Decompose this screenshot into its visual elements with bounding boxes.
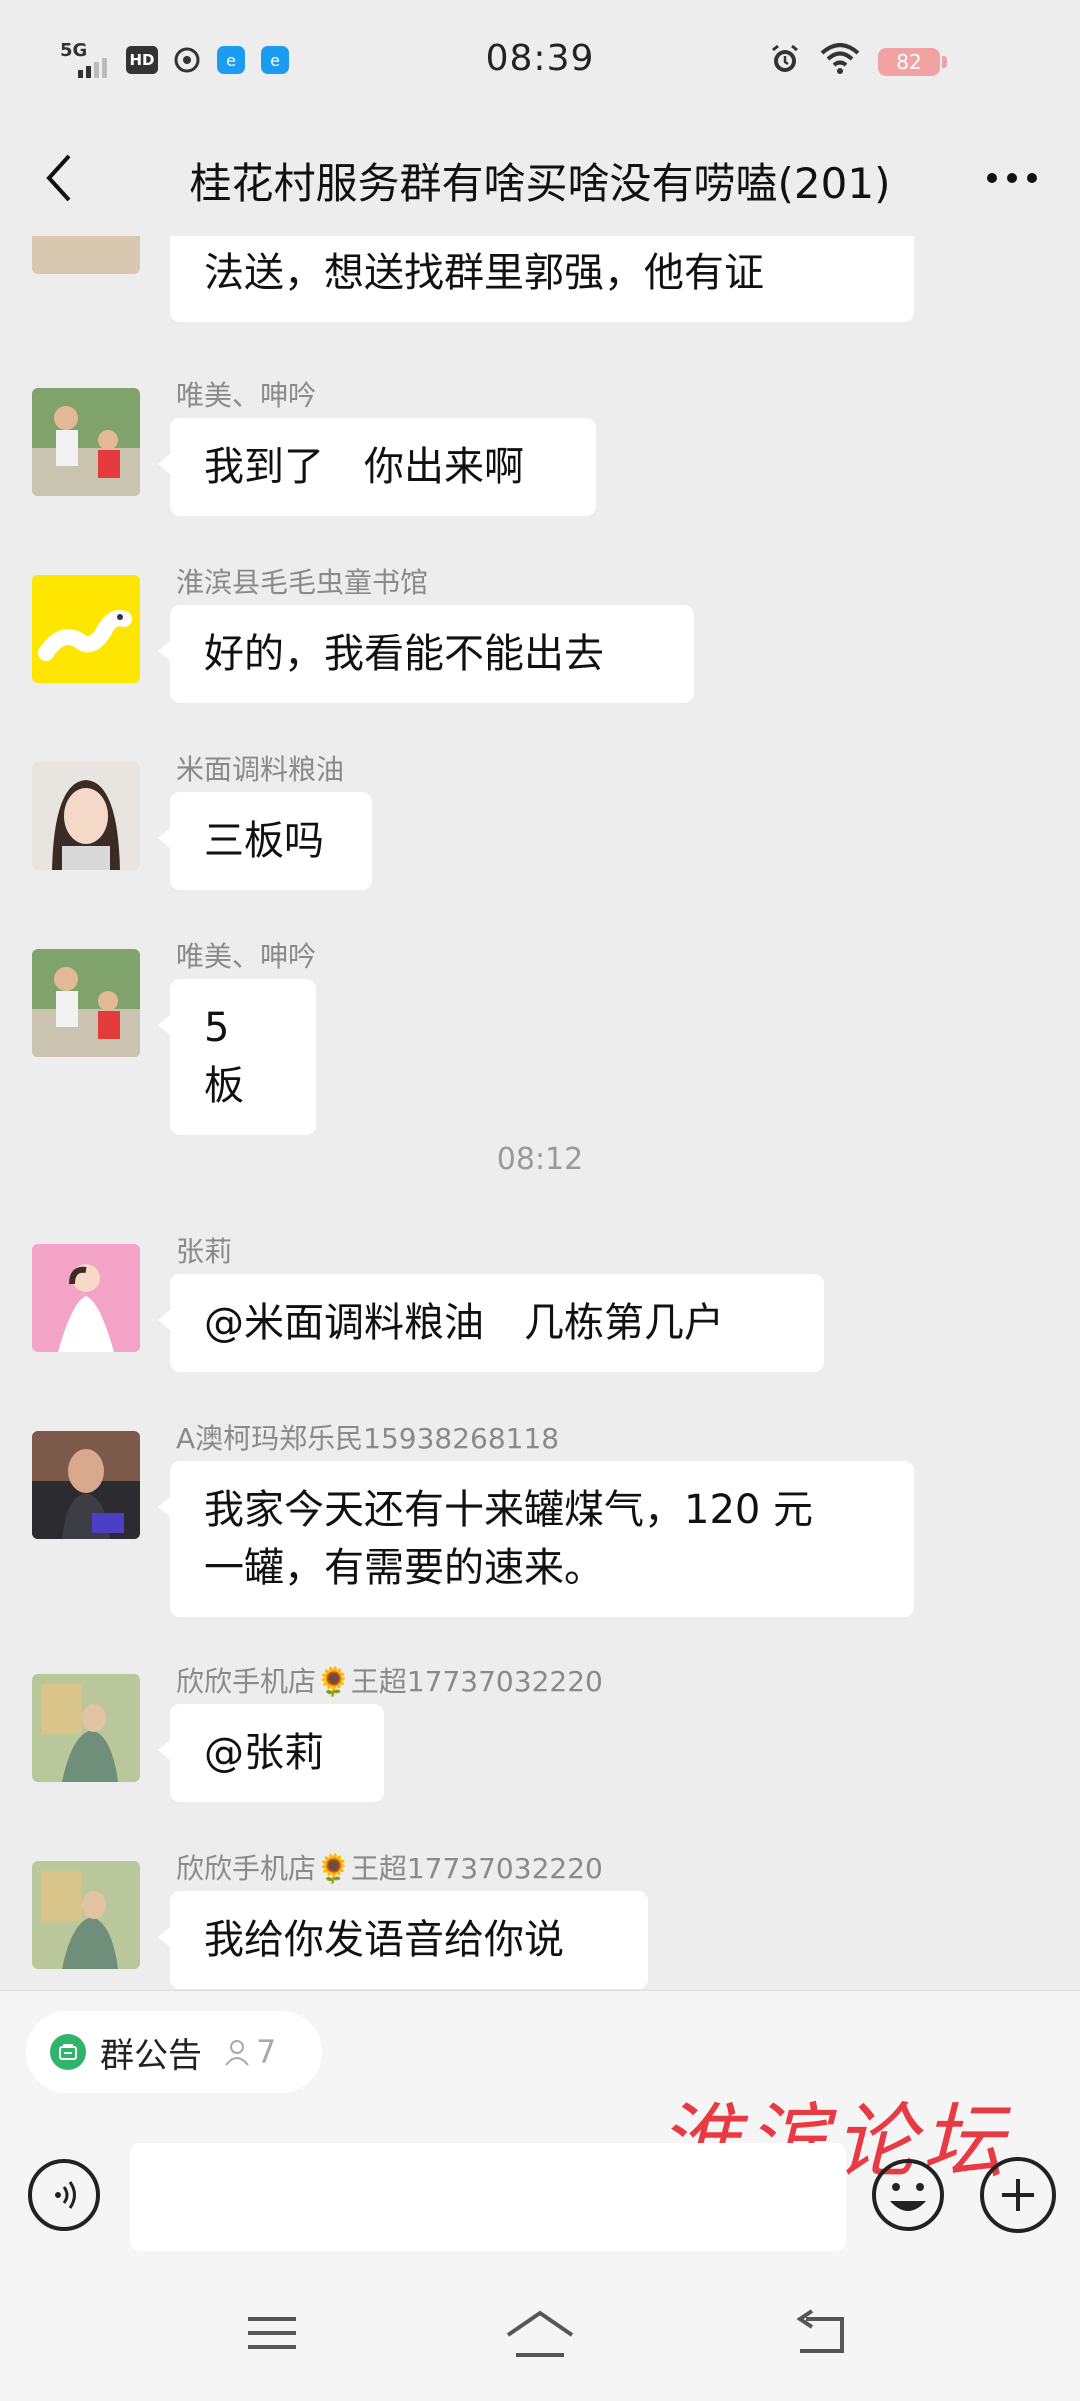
message-bubble[interactable]: 你们可以到俺社区大门口送表，没 法送，想送找群里郭强，他有证 <box>170 236 914 322</box>
home-button[interactable] <box>500 2301 580 2365</box>
timestamp: 08:12 <box>496 1142 584 1177</box>
message-text-line: 一罐，有需要的速来。 <box>204 1545 604 1591</box>
avatar[interactable] <box>32 575 140 683</box>
message-text-line: @张莉 <box>204 1730 324 1776</box>
group-notice-button[interactable]: 群公告 7 <box>26 2011 322 2093</box>
chat-title: 桂花村服务群有啥买啥没有唠嗑(201) <box>189 159 891 208</box>
avatar[interactable] <box>32 949 140 1057</box>
sender-name: 唯美、呻吟 <box>176 379 317 412</box>
message-bubble[interactable]: 我给你发语音给你说 <box>158 1891 648 1989</box>
voice-icon <box>55 2181 76 2209</box>
message-text-line: 好的，我看能不能出去 <box>204 631 604 677</box>
voice-button[interactable] <box>28 2159 100 2231</box>
avatar[interactable] <box>32 1861 140 1969</box>
plus-button[interactable] <box>980 2157 1056 2233</box>
notice-label: 群公告 <box>100 2035 202 2076</box>
message-bubble[interactable]: 我到了 你出来啊 <box>158 418 596 516</box>
menu-button[interactable] <box>232 2301 312 2365</box>
more-dots-icon <box>987 173 1037 183</box>
system-navigation-bar <box>0 2273 1080 2401</box>
message-list[interactable]: 你们可以到俺社区大门口送表，没 法送，想送找群里郭强，他有证 唯美、呻吟 我到了… <box>0 236 1080 1990</box>
notice-icon <box>50 2034 86 2070</box>
avatar[interactable] <box>32 388 140 496</box>
sender-name: 米面调料粮油 <box>176 753 345 786</box>
message-text-line: 法送，想送找群里郭强，他有证 <box>204 250 764 296</box>
message-bubble[interactable]: 5 板 <box>158 979 316 1135</box>
chat-header: 桂花村服务群有啥买啥没有唠嗑(201) <box>0 120 1080 236</box>
alarm-icon <box>772 44 798 72</box>
message-text-line: 5 板 <box>204 1005 244 1109</box>
back-icon <box>796 2309 844 2353</box>
bottom-panel: 群公告 7 淮滨论坛 <box>0 1990 1080 2401</box>
message-bubble[interactable]: 三板吗 <box>158 792 372 890</box>
sender-name: 欣欣手机店🌻王超17737032220 <box>176 1852 603 1885</box>
battery-indicator: 82 <box>878 48 947 76</box>
sender-name: A澳柯玛郑乐民15938268118 <box>176 1422 560 1455</box>
input-row <box>0 2143 1080 2251</box>
plus-icon <box>1002 2179 1034 2211</box>
message-input[interactable] <box>130 2143 846 2251</box>
avatar[interactable] <box>32 236 140 274</box>
avatar[interactable] <box>32 1244 140 1352</box>
home-icon <box>506 2310 574 2357</box>
message-bubble[interactable]: @米面调料粮油 几栋第几户 <box>158 1274 824 1372</box>
avatar[interactable] <box>32 1674 140 1782</box>
status-bar: 5G HD e e 08:39 82 <box>0 0 1080 120</box>
status-right <box>768 42 860 76</box>
sender-name: 欣欣手机店🌻王超17737032220 <box>176 1665 603 1698</box>
person-icon <box>225 2040 249 2066</box>
sender-name: 唯美、呻吟 <box>176 940 317 973</box>
avatar[interactable] <box>32 762 140 870</box>
sender-name: 淮滨县毛毛虫童书馆 <box>176 566 429 599</box>
message-text-line: 我到了 你出来啊 <box>204 444 524 490</box>
emoji-icon <box>872 2159 944 2231</box>
avatar[interactable] <box>32 1431 140 1539</box>
message-text-line: 三板吗 <box>204 818 324 864</box>
message-bubble[interactable]: 好的，我看能不能出去 <box>158 605 694 703</box>
emoji-button[interactable] <box>870 2157 946 2233</box>
notice-count-value: 7 <box>256 2033 277 2071</box>
message-bubble[interactable]: 我家今天还有十来罐煤气，120 元 一罐，有需要的速来。 <box>158 1461 914 1617</box>
wifi-icon <box>820 43 860 74</box>
more-button[interactable] <box>972 148 1052 208</box>
message-text-line: 我给你发语音给你说 <box>204 1917 564 1963</box>
message-text-line: 我家今天还有十来罐煤气，120 元 <box>204 1487 814 1533</box>
menu-icon <box>248 2317 296 2349</box>
notice-count: 7 <box>222 2033 276 2071</box>
message-text-line: 你们可以到俺社区大门口送表，没 <box>204 236 880 244</box>
message-text-line: @米面调料粮油 几栋第几户 <box>204 1300 724 1346</box>
sender-name: 张莉 <box>176 1235 233 1268</box>
back-nav-button[interactable] <box>782 2301 862 2365</box>
message-bubble[interactable]: @张莉 <box>158 1704 384 1802</box>
